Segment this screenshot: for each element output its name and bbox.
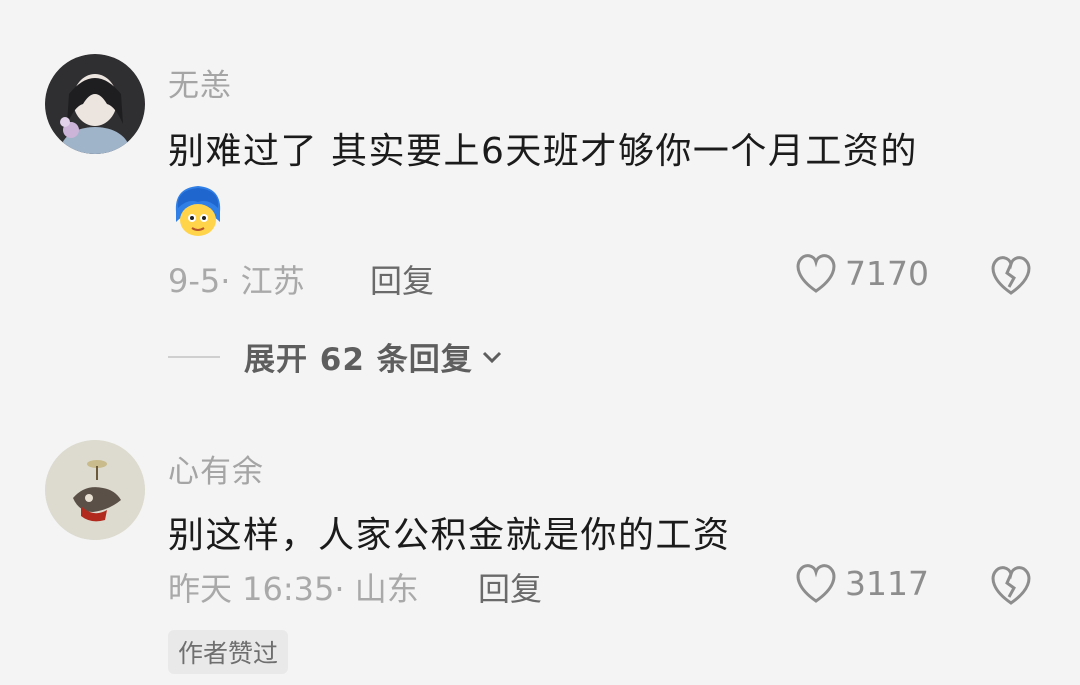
username[interactable]: 心有余 xyxy=(168,446,264,491)
like-button[interactable]: 3117 xyxy=(793,562,929,604)
comment-text: 别这样，人家公积金就是你的工资 xyxy=(168,515,731,556)
dislike-button[interactable] xyxy=(988,254,1034,300)
dislike-button[interactable] xyxy=(988,564,1034,610)
comment-text: 别难过了 其实要上6天班才够你一个月工资的 xyxy=(168,131,918,172)
author-liked-badge: 作者赞过 xyxy=(168,630,289,674)
expand-replies-button[interactable]: 展开 62 条回复 xyxy=(168,334,505,379)
broken-heart-icon xyxy=(991,256,1031,295)
avatar[interactable] xyxy=(45,440,145,540)
comment-section: 无恙 别难过了 其实要上6天班才够你一个月工资的 9-5· 江苏 回复 7170 xyxy=(0,0,1080,685)
like-button[interactable]: 7170 xyxy=(793,252,929,294)
comment-meta: 昨天 16:35· 山东 xyxy=(168,570,419,608)
blue-haired-face-emoji-icon xyxy=(170,182,226,238)
comment-meta: 9-5· 江苏 xyxy=(168,262,305,300)
avatar[interactable] xyxy=(45,54,145,154)
heart-icon xyxy=(796,254,836,293)
like-count: 3117 xyxy=(845,563,929,603)
expand-replies-label: 展开 62 条回复 xyxy=(244,342,473,378)
reply-button[interactable]: 回复 xyxy=(478,564,542,610)
like-count: 7170 xyxy=(845,253,929,293)
heart-icon xyxy=(796,564,836,603)
chevron-down-icon xyxy=(482,351,501,363)
avatar-image xyxy=(45,54,145,154)
reply-button[interactable]: 回复 xyxy=(370,256,434,302)
divider xyxy=(168,355,220,358)
username[interactable]: 无恙 xyxy=(168,60,232,105)
broken-heart-icon xyxy=(991,566,1031,605)
avatar-image xyxy=(45,440,145,540)
